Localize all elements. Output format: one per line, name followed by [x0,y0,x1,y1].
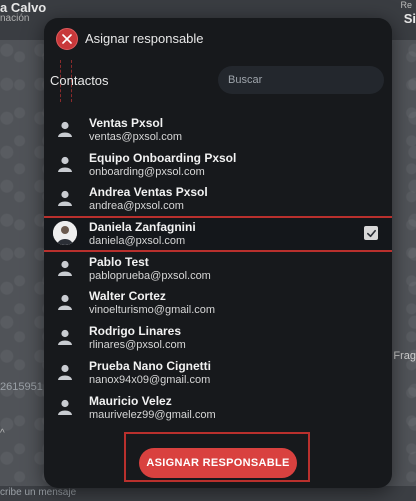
contact-email: onboarding@pxsol.com [89,165,205,178]
person-icon [56,398,74,416]
contact-name: Walter Cortez [89,289,166,304]
contact-row[interactable]: Andrea Ventas Pxsol andrea@pxsol.com [44,181,392,216]
contact-name: Mauricio Velez [89,393,172,408]
contact-email: rlinares@pxsol.com [89,339,186,352]
assign-responsible-modal: Asignar responsable Contactos Ventas Pxs… [44,18,392,488]
contacts-list: Ventas Pxsol ventas@pxsol.com Equipo Onboa… [44,112,392,424]
contact-email: pabloprueba@pxsol.com [89,269,211,282]
contact-name: Pablo Test [89,254,149,269]
contact-name: Andrea Ventas Pxsol [89,185,208,200]
modal-title: Asignar responsable [85,31,204,46]
person-icon [56,293,74,311]
contact-row[interactable]: Prueba Nano Cignetti nanox94x09@gmail.com [44,355,392,390]
selected-checkbox[interactable] [364,226,378,241]
chat-contact-sub: nación [0,13,30,24]
contact-email: ventas@pxsol.com [89,131,183,143]
contact-row[interactable]: Equipo Onboarding Pxsol onboarding@pxsol.… [44,147,392,182]
contact-name: Daniela Zanfagnini [89,220,196,235]
phone-fragment: 2615951 [0,381,43,393]
contact-row[interactable]: Ventas Pxsol ventas@pxsol.com [44,112,392,147]
contact-row[interactable]: Rodrigo Linares rlinares@pxsol.com [44,320,392,355]
person-icon [56,259,74,277]
contact-name: Ventas Pxsol [89,116,164,130]
side-fragment: Frag [393,350,416,362]
modal-header: Asignar responsable [44,18,392,62]
checkmark-icon [366,229,376,237]
message-input-placeholder[interactable]: cribe un mensaje [0,487,76,498]
person-icon [56,155,74,173]
right-label: Re [400,0,412,10]
contact-name: Rodrigo Linares [89,324,182,339]
contact-email: daniela@pxsol.com [89,235,186,248]
contact-email: vinoelturismo@gmail.com [89,304,216,317]
close-icon [62,34,72,44]
contacts-label: Contactos [50,73,109,88]
contact-email: nanox94x09@gmail.com [89,373,211,386]
contact-name: Prueba Nano Cignetti [89,358,212,373]
contact-photo [53,221,77,246]
assign-responsible-button[interactable]: ASIGNAR RESPONSABLE [139,448,297,478]
right-name: Si [403,11,416,26]
person-icon [56,189,74,207]
contact-name: Equipo Onboarding Pxsol [89,150,237,165]
close-button[interactable] [56,28,78,50]
contact-row[interactable]: Walter Cortez vinoelturismo@gmail.com [44,285,392,320]
contact-row[interactable]: Pablo Test pabloprueba@pxsol.com [44,251,392,286]
chevron-up-icon: ^ [0,428,5,439]
person-icon [56,120,74,138]
person-icon [56,328,74,346]
contact-email: andrea@pxsol.com [89,200,184,213]
search-input[interactable] [218,66,384,94]
contact-row[interactable]: Daniela Zanfagnini daniela@pxsol.com [44,216,392,253]
person-icon [56,363,74,381]
